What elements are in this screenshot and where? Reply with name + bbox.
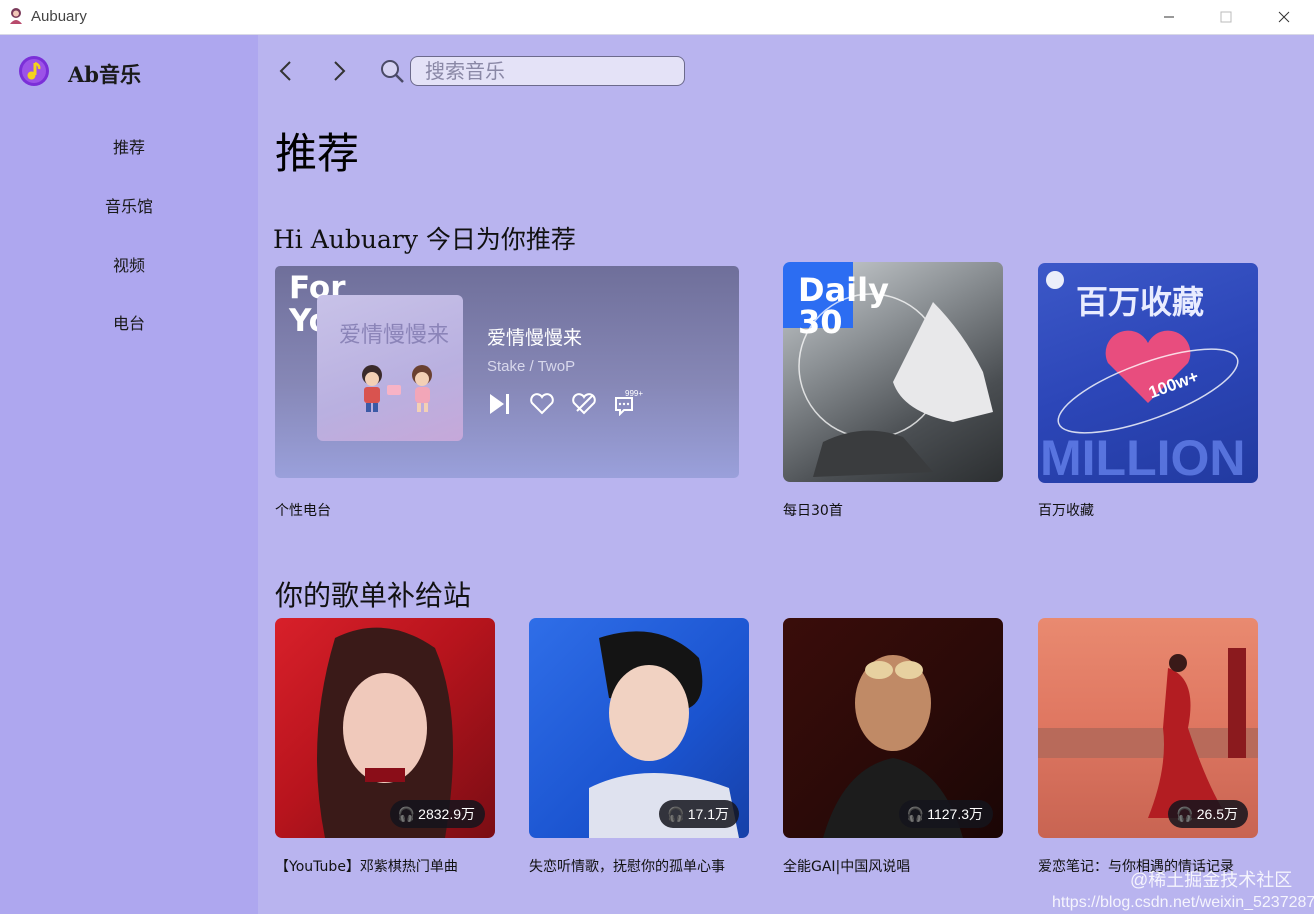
playlist-card[interactable]: 🎧 2832.9万 xyxy=(275,618,495,838)
daily30-caption: 每日30首 xyxy=(783,503,843,519)
close-icon xyxy=(1278,11,1290,23)
cartoon-couple-icon xyxy=(362,365,432,412)
forward-arrow-icon[interactable] xyxy=(327,56,351,86)
search-input[interactable] xyxy=(410,56,685,86)
like-heart-icon[interactable] xyxy=(529,392,555,416)
play-count-badge: 🎧 17.1万 xyxy=(659,800,739,828)
daily30-artwork xyxy=(798,293,993,477)
playlist-card[interactable]: 🎧 26.5万 xyxy=(1038,618,1258,838)
search-icon[interactable] xyxy=(378,56,406,86)
app-avatar-icon xyxy=(10,8,22,24)
minimize-icon xyxy=(1164,16,1174,18)
playlist-caption: 【YouTube】邓紫棋热门单曲 xyxy=(275,859,458,875)
playlist-card[interactable]: 🎧 1127.3万 xyxy=(783,618,1003,838)
maximize-button[interactable] xyxy=(1199,0,1253,34)
headphones-icon: 🎧 xyxy=(667,805,685,822)
dislike-heart-icon[interactable] xyxy=(571,392,597,416)
playlist-section-heading: 你的歌单补给站 xyxy=(275,579,472,612)
foryou-card[interactable]: For You 爱情慢慢来 爱情慢慢来 Stake / TwoP xyxy=(275,266,739,478)
sidebar-item-radio[interactable]: 电台 xyxy=(0,310,258,334)
window-titlebar: Aubuary xyxy=(0,0,1314,35)
sidebar-item-music-hall[interactable]: 音乐馆 xyxy=(0,193,258,217)
play-count-badge: 🎧 1127.3万 xyxy=(898,800,993,828)
headphones-icon: 🎧 xyxy=(397,805,416,822)
foryou-artist: Stake / TwoP xyxy=(487,358,576,375)
minimize-button[interactable] xyxy=(1142,0,1196,34)
million-title: 百万收藏 xyxy=(1076,283,1205,321)
sidebar-item-recommend[interactable]: 推荐 xyxy=(0,134,258,158)
headphones-icon: 🎧 xyxy=(906,805,925,822)
play-count-badge: 🎧 26.5万 xyxy=(1168,800,1248,828)
playlist-card[interactable]: 🎧 17.1万 xyxy=(529,618,749,838)
headphones-icon: 🎧 xyxy=(1176,805,1194,822)
app-brand: Ab音乐 xyxy=(68,62,141,87)
playlist-caption: 失恋听情歌，抚慰你的孤单心事 xyxy=(529,859,725,875)
foryou-caption: 个性电台 xyxy=(275,503,331,519)
maximize-icon xyxy=(1220,11,1232,23)
greeting-heading: Hi Aubuary 今日为你推荐 xyxy=(273,225,576,254)
million-caption: 百万收藏 xyxy=(1038,503,1094,519)
back-arrow-icon[interactable] xyxy=(274,56,298,86)
foryou-song-title: 爱情慢慢来 xyxy=(487,327,583,349)
comment-count-badge: 999+ xyxy=(625,389,644,398)
page-title: 推荐 xyxy=(275,129,360,178)
watermark-url: https://blog.csdn.net/weixin_52372879 xyxy=(1052,894,1314,911)
play-count-badge: 🎧 2832.9万 xyxy=(389,800,485,828)
app-logo-icon xyxy=(19,56,49,86)
sidebar: Ab音乐 推荐 音乐馆 视频 电台 xyxy=(0,35,258,914)
window-title: Aubuary xyxy=(31,8,87,25)
daily30-card[interactable]: Daily 30 xyxy=(783,262,1003,482)
million-card[interactable]: 百万收藏 100w+ MILLION xyxy=(1038,263,1258,483)
foryou-cover-image: 爱情慢慢来 xyxy=(317,295,463,441)
playlist-caption: 全能GAI|中国风说唱 xyxy=(783,859,911,875)
play-next-icon[interactable] xyxy=(487,392,513,416)
sidebar-item-video[interactable]: 视频 xyxy=(0,252,258,276)
watermark-juejin: @稀土掘金技术社区 xyxy=(1130,870,1293,890)
million-bottom-text: MILLION xyxy=(1040,430,1246,483)
close-button[interactable] xyxy=(1257,0,1311,34)
